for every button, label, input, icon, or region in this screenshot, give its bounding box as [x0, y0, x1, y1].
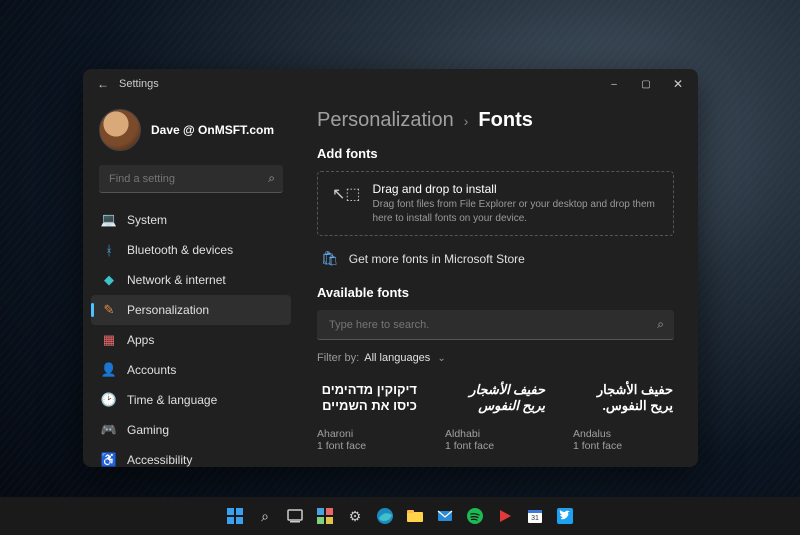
- available-fonts-heading: Available fonts: [317, 285, 674, 300]
- font-search: ⌕: [317, 310, 674, 340]
- chevron-right-icon: ›: [464, 113, 469, 129]
- sidebar-item-accessibility[interactable]: ♿ Accessibility: [91, 445, 291, 467]
- search-icon: ⌕: [268, 171, 275, 186]
- store-link[interactable]: 🛍 Get more fonts in Microsoft Store: [317, 248, 674, 269]
- maximize-button[interactable]: ▢: [630, 69, 662, 99]
- sidebar-item-label: Gaming: [127, 423, 169, 437]
- sidebar-search: ⌕: [99, 165, 283, 193]
- main-content: Personalization › Fonts Add fonts ↖︎⬚ Dr…: [299, 99, 698, 467]
- font-faces: 1 font face: [445, 440, 545, 452]
- taskview-button[interactable]: [284, 505, 306, 527]
- gamepad-icon: 🎮: [101, 422, 117, 438]
- font-card-aharoni[interactable]: דיקוקין מדהימים כיסו את השמיים Aharoni 1…: [317, 378, 417, 452]
- breadcrumb: Personalization › Fonts: [317, 109, 674, 132]
- store-link-label: Get more fonts in Microsoft Store: [349, 252, 525, 266]
- taskbar: ⌕ ⚙ 31: [0, 497, 800, 535]
- sidebar-item-label: System: [127, 213, 167, 227]
- media-button[interactable]: [494, 505, 516, 527]
- font-search-input[interactable]: [317, 310, 674, 340]
- edge-button[interactable]: [374, 505, 396, 527]
- font-card-aldhabi[interactable]: حفيف الأشجار يريح النفوس Aldhabi 1 font …: [445, 378, 545, 452]
- taskbar-search-button[interactable]: ⌕: [254, 505, 276, 527]
- search-icon: ⌕: [657, 317, 664, 332]
- font-faces: 1 font face: [317, 440, 417, 452]
- font-name: Andalus: [573, 428, 673, 440]
- sidebar-item-bluetooth[interactable]: ᚼ Bluetooth & devices: [91, 235, 291, 265]
- clock-icon: 🕑: [101, 392, 117, 408]
- font-preview: حفيف الأشجار يريح النفوس.: [573, 378, 673, 418]
- sidebar-item-label: Accounts: [127, 363, 176, 377]
- widgets-button[interactable]: [314, 505, 336, 527]
- store-icon: 🛍: [321, 250, 339, 267]
- close-button[interactable]: ✕: [662, 69, 694, 99]
- filter-label: Filter by:: [317, 352, 359, 364]
- sidebar-item-network[interactable]: ◆ Network & internet: [91, 265, 291, 295]
- back-button[interactable]: ←: [93, 77, 113, 91]
- settings-window: ← Settings – ▢ ✕ Dave @ OnMSFT.com ⌕ 💻 Sy…: [83, 69, 698, 467]
- font-filter[interactable]: Filter by: All languages ⌄: [317, 352, 674, 364]
- sidebar-item-apps[interactable]: ▦ Apps: [91, 325, 291, 355]
- sidebar-item-label: Time & language: [127, 393, 217, 407]
- nav-list: 💻 System ᚼ Bluetooth & devices ◆ Network & …: [91, 205, 291, 467]
- font-grid: דיקוקין מדהימים כיסו את השמיים Aharoni 1…: [317, 378, 674, 452]
- sidebar-item-label: Network & internet: [127, 273, 226, 287]
- sidebar-item-label: Accessibility: [127, 453, 192, 467]
- apps-icon: ▦: [101, 332, 117, 348]
- brush-icon: ✎: [101, 302, 117, 318]
- font-card-andalus[interactable]: حفيف الأشجار يريح النفوس. Andalus 1 font…: [573, 378, 673, 452]
- user-display-name: Dave @ OnMSFT.com: [151, 123, 274, 137]
- settings-taskbar-button[interactable]: ⚙: [344, 505, 366, 527]
- drop-title: Drag and drop to install: [373, 182, 659, 196]
- sidebar-item-label: Apps: [127, 333, 154, 347]
- font-name: Aharoni: [317, 428, 417, 440]
- sidebar-item-label: Personalization: [127, 303, 209, 317]
- cursor-pointer-icon: ↖︎⬚: [332, 184, 361, 204]
- explorer-button[interactable]: [404, 505, 426, 527]
- font-preview: حفيف الأشجار يريح النفوس: [445, 378, 545, 418]
- breadcrumb-current: Fonts: [478, 109, 532, 132]
- accessibility-icon: ♿: [101, 452, 117, 467]
- font-drop-zone[interactable]: ↖︎⬚ Drag and drop to install Drag font f…: [317, 171, 674, 236]
- minimize-button[interactable]: –: [598, 69, 630, 99]
- sidebar-item-gaming[interactable]: 🎮 Gaming: [91, 415, 291, 445]
- sidebar-item-time-language[interactable]: 🕑 Time & language: [91, 385, 291, 415]
- titlebar: ← Settings – ▢ ✕: [83, 69, 698, 99]
- chevron-down-icon: ⌄: [437, 353, 445, 364]
- start-button[interactable]: [224, 505, 246, 527]
- app-title: Settings: [119, 78, 598, 90]
- avatar: [99, 109, 141, 151]
- sidebar-item-system[interactable]: 💻 System: [91, 205, 291, 235]
- wifi-icon: ◆: [101, 272, 117, 288]
- search-input[interactable]: [99, 165, 283, 193]
- font-faces: 1 font face: [573, 440, 673, 452]
- sidebar: Dave @ OnMSFT.com ⌕ 💻 System ᚼ Bluetooth &…: [83, 99, 299, 467]
- font-preview: דיקוקין מדהימים כיסו את השמיים: [317, 378, 417, 418]
- sidebar-item-label: Bluetooth & devices: [127, 243, 233, 257]
- sidebar-item-accounts[interactable]: 👤 Accounts: [91, 355, 291, 385]
- add-fonts-heading: Add fonts: [317, 146, 674, 161]
- svg-text:31: 31: [531, 515, 539, 522]
- sidebar-item-personalization[interactable]: ✎ Personalization: [91, 295, 291, 325]
- drop-subtitle: Drag font files from File Explorer or yo…: [373, 198, 659, 225]
- twitter-button[interactable]: [554, 505, 576, 527]
- spotify-button[interactable]: [464, 505, 486, 527]
- bluetooth-icon: ᚼ: [101, 242, 117, 258]
- font-name: Aldhabi: [445, 428, 545, 440]
- calendar-button[interactable]: 31: [524, 505, 546, 527]
- mail-button[interactable]: [434, 505, 456, 527]
- profile[interactable]: Dave @ OnMSFT.com: [91, 103, 291, 165]
- filter-value: All languages: [364, 352, 430, 364]
- person-icon: 👤: [101, 362, 117, 378]
- display-icon: 💻: [101, 212, 117, 228]
- breadcrumb-parent[interactable]: Personalization: [317, 109, 454, 132]
